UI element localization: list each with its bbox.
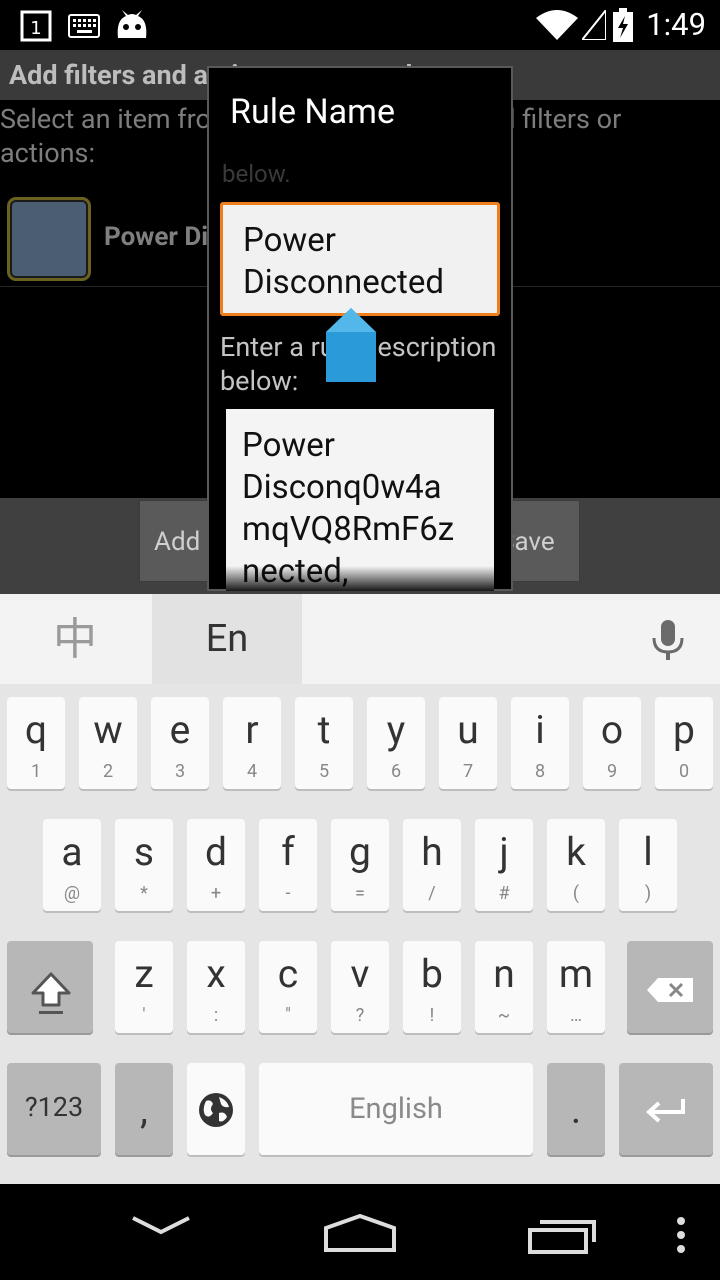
key-k[interactable]: k( [547,819,605,911]
enter-icon [646,1099,685,1123]
key-j[interactable]: j # [475,819,533,911]
key-o[interactable]: o9 [583,697,641,789]
microphone-icon[interactable] [648,618,688,662]
dialog-scrolled-text: below. [222,160,291,188]
key-n[interactable]: n ~ [475,941,533,1033]
key-z[interactable]: z ' [115,941,173,1033]
home-icon[interactable] [322,1212,398,1254]
shift-key[interactable] [7,941,93,1033]
spacebar[interactable]: English [259,1063,533,1155]
key-a[interactable]: a @ [43,819,101,911]
key-r[interactable]: r4 [223,697,281,789]
cyanogen-icon [117,10,147,38]
key-f[interactable]: f- [259,819,317,911]
svg-text:1: 1 [30,18,41,39]
key-s[interactable]: s * [115,819,173,911]
wifi-icon [536,10,578,40]
chinese-language-tab[interactable]: 中 [20,594,130,684]
dialog-title: Rule Name [230,92,396,132]
keyboard-icon [68,14,100,38]
back-down-icon[interactable] [130,1214,192,1238]
english-language-tab[interactable]: En [152,594,302,684]
description-input[interactable]: Power Disconq0w4a mqVQ8RmF6z nected, [226,409,494,591]
globe-icon [199,1093,233,1127]
backspace-key[interactable] [627,941,713,1033]
key-t[interactable]: t5 [295,697,353,789]
key-b[interactable]: b! [403,941,461,1033]
description-line: mqVQ8RmF6z [242,510,455,549]
key-p[interactable]: p0 [655,697,713,789]
key-m[interactable]: m… [547,941,605,1033]
item-icon [10,200,88,278]
key-q[interactable]: q1 [7,697,65,789]
key-w[interactable]: w2 [79,697,137,789]
text-cursor-handle-icon[interactable] [326,308,376,382]
symbols-key[interactable]: ?123 [7,1063,101,1155]
key-y[interactable]: y6 [367,697,425,789]
key-u[interactable]: u7 [439,697,497,789]
rule-name-input[interactable]: Power Disconnected [220,202,500,316]
enter-key[interactable] [619,1063,713,1155]
key-v[interactable]: v? [331,941,389,1033]
key-i[interactable]: i8 [511,697,569,789]
key-d[interactable]: d + [187,819,245,911]
key-g[interactable]: g = [331,819,389,911]
menu-dots-icon[interactable] [674,1216,688,1254]
clock: 1:49 [646,6,706,43]
period-key[interactable]: . [547,1063,605,1155]
language-switch-key[interactable] [187,1063,245,1155]
description-line: Disconq0w4a [242,468,442,507]
backspace-icon [647,978,693,1002]
recents-icon[interactable] [526,1218,598,1254]
description-line: Power [242,426,335,465]
battery-charging-icon [613,8,633,42]
key-e[interactable]: e3 [151,697,209,789]
notification-icon: 1 [20,10,52,42]
signal-icon [582,10,606,40]
navigation-bar [0,1184,720,1280]
key-h[interactable]: h / [403,819,461,911]
scroll-fade [226,566,494,591]
key-x[interactable]: x: [187,941,245,1033]
shift-icon [31,972,71,1014]
rule-name-line-1: Power [243,221,336,260]
rule-name-line-2: Disconnected [243,263,444,302]
key-l[interactable]: l) [619,819,677,911]
comma-key[interactable]: , [115,1063,173,1155]
status-bar: 1 1:49 [0,0,720,50]
key-c[interactable]: c " [259,941,317,1033]
